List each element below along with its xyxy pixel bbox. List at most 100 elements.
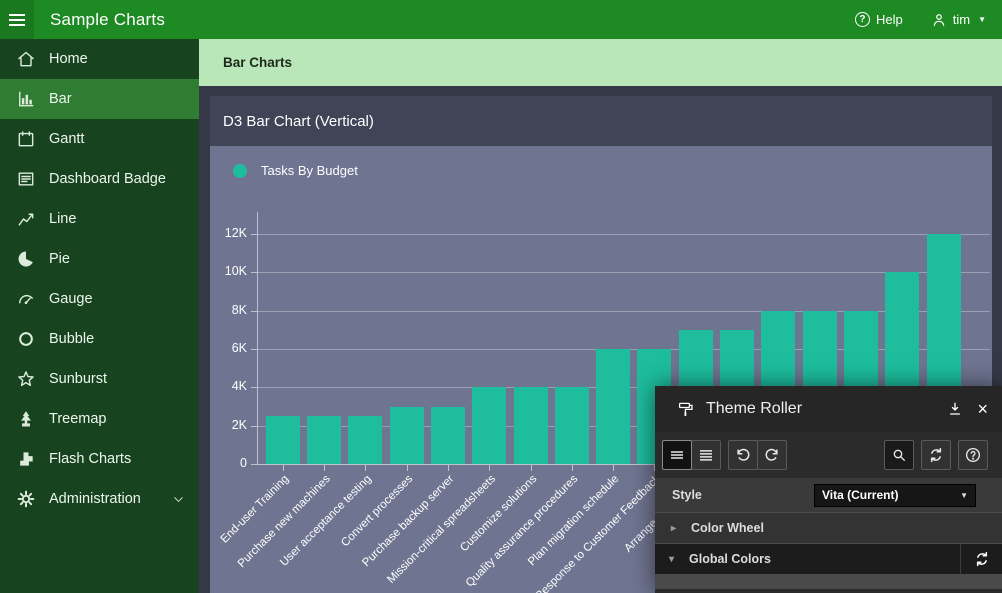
hamburger-menu-button[interactable] [0, 0, 34, 39]
bar-7[interactable] [514, 387, 548, 464]
sidebar-item-line[interactable]: Line [0, 199, 199, 239]
sidebar-item-label: Gauge [49, 291, 93, 307]
x-axis-tick [572, 465, 573, 471]
style-label: Style [672, 488, 702, 502]
breadcrumb-bar: Bar Charts [199, 39, 1002, 86]
x-axis-tick [365, 465, 366, 471]
chart-legend[interactable]: Tasks By Budget [233, 163, 358, 178]
bar-9[interactable] [596, 349, 630, 464]
legend-marker [233, 164, 247, 178]
sidebar-item-label: Gantt [49, 131, 84, 147]
bar-1[interactable] [266, 416, 300, 464]
bar-8[interactable] [555, 387, 589, 464]
y-axis-label: 2K [213, 418, 247, 432]
x-axis-tick [448, 465, 449, 471]
comfortable-view-button[interactable] [691, 440, 721, 470]
sidebar-item-label: Treemap [49, 411, 106, 427]
sidebar-item-administration[interactable]: Administration [0, 479, 199, 519]
sidebar-item-pie[interactable]: Pie [0, 239, 199, 279]
line-chart-icon [16, 209, 36, 229]
sidebar-item-label: Flash Charts [49, 451, 131, 467]
question-circle-icon [964, 446, 982, 464]
top-header: Sample Charts ? Help tim ▼ [0, 0, 1002, 39]
chevron-right-icon: ▸ [671, 523, 682, 534]
section-color-wheel[interactable]: ▸ Color Wheel [655, 512, 1002, 544]
pie-chart-icon [16, 249, 36, 269]
sidebar-item-gantt[interactable]: Gantt [0, 119, 199, 159]
sidebar-item-label: Bar [49, 91, 72, 107]
sync-icon [973, 550, 991, 568]
sidebar-item-label: Home [49, 51, 88, 67]
bubble-icon [16, 329, 36, 349]
x-axis-label: Customize solutions [458, 473, 539, 554]
sidebar-item-treemap[interactable]: Treemap [0, 399, 199, 439]
search-button[interactable] [884, 440, 914, 470]
x-axis-tick [324, 465, 325, 471]
style-select[interactable]: Vita (Current) ▼ [814, 484, 976, 507]
section-global-colors[interactable]: ▾ Global Colors [655, 544, 1002, 574]
sidebar-item-label: Pie [49, 251, 70, 267]
theme-roller-footer [655, 574, 1002, 589]
sidebar-item-bubble[interactable]: Bubble [0, 319, 199, 359]
y-axis-label: 4K [213, 379, 247, 393]
theme-roller-header[interactable]: Theme Roller × [655, 386, 1002, 432]
help-icon: ? [855, 12, 870, 27]
gridline [257, 272, 990, 273]
help-label: Help [876, 12, 903, 27]
y-axis-label: 8K [213, 303, 247, 317]
sidebar-item-home[interactable]: Home [0, 39, 199, 79]
gridline [257, 234, 990, 235]
undo-button[interactable] [728, 440, 758, 470]
close-icon[interactable]: × [977, 400, 988, 418]
y-axis-label: 12K [213, 226, 247, 240]
x-axis-tick [531, 465, 532, 471]
user-name: tim [953, 12, 970, 27]
sidebar-item-flash-charts[interactable]: Flash Charts [0, 439, 199, 479]
section-label: Color Wheel [691, 521, 764, 535]
help-panel-button[interactable] [958, 440, 988, 470]
chevron-down-icon: ▾ [669, 554, 680, 565]
sidebar-item-gauge[interactable]: Gauge [0, 279, 199, 319]
refresh-button[interactable] [921, 440, 951, 470]
search-icon [891, 447, 907, 463]
help-button[interactable]: ? Help [855, 12, 903, 27]
bar-4[interactable] [390, 407, 424, 465]
bar-chart-icon [16, 89, 36, 109]
caret-down-icon: ▼ [978, 15, 986, 24]
sidebar-item-bar[interactable]: Bar [0, 79, 199, 119]
sidebar-item-sunburst[interactable]: Sunburst [0, 359, 199, 399]
sidebar-item-label: Dashboard Badge [49, 171, 166, 187]
list-large-icon [697, 446, 715, 464]
bar-2[interactable] [307, 416, 341, 464]
style-select-value: Vita (Current) [822, 488, 898, 502]
redo-icon [763, 446, 781, 464]
sidebar-item-label: Line [49, 211, 76, 227]
gridline [257, 311, 990, 312]
compact-view-button[interactable] [662, 440, 692, 470]
bar-5[interactable] [431, 407, 465, 465]
app-title: Sample Charts [50, 10, 165, 30]
y-axis-line [257, 212, 258, 464]
global-colors-refresh-button[interactable] [960, 544, 1002, 574]
badge-icon [16, 169, 36, 189]
bar-3[interactable] [348, 416, 382, 464]
undo-icon [734, 446, 752, 464]
sidebar-item-label: Sunburst [49, 371, 107, 387]
user-icon [931, 12, 947, 28]
redo-button[interactable] [757, 440, 787, 470]
panel-title: D3 Bar Chart (Vertical) [210, 96, 992, 130]
sidebar-item-dashboard-badge[interactable]: Dashboard Badge [0, 159, 199, 199]
bar-6[interactable] [472, 387, 506, 464]
home-icon [16, 49, 36, 69]
x-axis-tick [407, 465, 408, 471]
y-axis-label: 6K [213, 341, 247, 355]
sidebar-item-label: Administration [49, 491, 141, 507]
style-row: Style Vita (Current) ▼ [655, 478, 1002, 512]
x-axis-label: Convert processes [339, 473, 415, 549]
download-icon[interactable] [947, 401, 963, 417]
x-axis-tick [283, 465, 284, 471]
puzzle-icon [16, 449, 36, 469]
theme-roller-title: Theme Roller [706, 400, 802, 418]
user-menu-button[interactable]: tim ▼ [931, 12, 986, 28]
x-axis-tick [613, 465, 614, 471]
